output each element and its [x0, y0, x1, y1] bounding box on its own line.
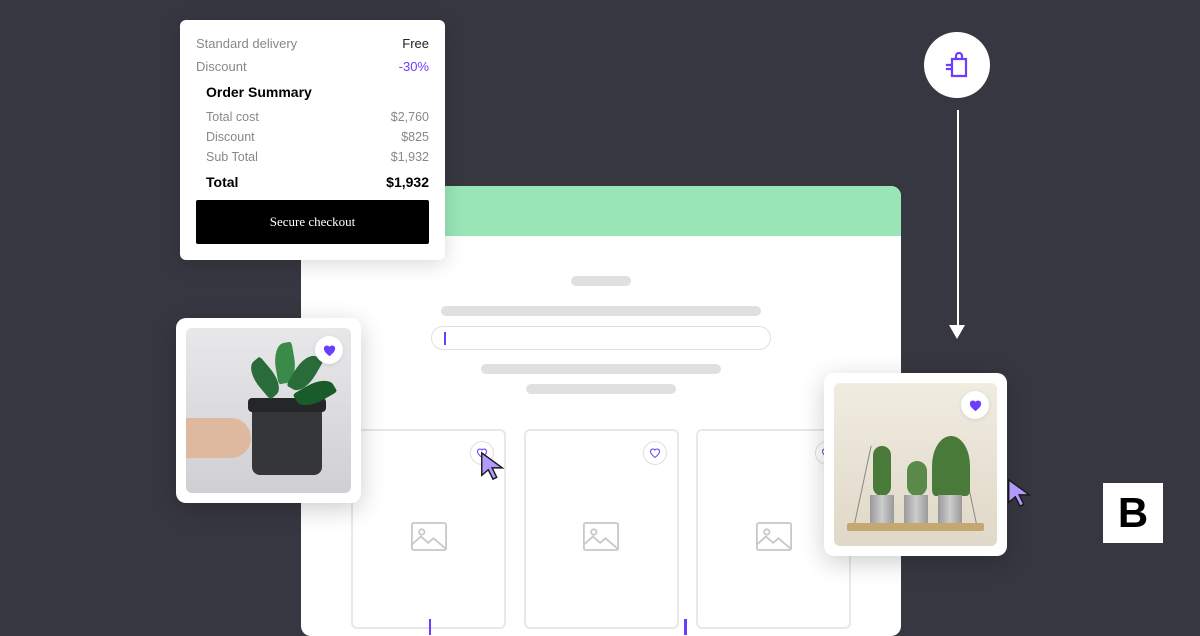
order-summary-card: Standard delivery Free Discount -30% Ord… — [180, 20, 445, 260]
checkout-button[interactable]: Secure checkout — [196, 200, 429, 244]
delivery-row: Standard delivery Free — [196, 36, 429, 51]
placeholder-line — [526, 384, 676, 394]
selection-indicator — [684, 619, 687, 635]
cursor-pointer-icon — [478, 451, 508, 481]
discount-label: Discount — [196, 59, 247, 74]
favorite-button[interactable] — [315, 336, 343, 364]
row-value: $1,932 — [391, 150, 429, 164]
product-photo-card[interactable] — [176, 318, 361, 503]
product-photo-card[interactable] — [824, 373, 1007, 556]
selection-indicator — [429, 619, 432, 635]
summary-row: Sub Total $1,932 — [206, 150, 429, 164]
row-value: $2,760 — [391, 110, 429, 124]
brand-logo: B — [1103, 483, 1163, 543]
placeholder-line — [481, 364, 721, 374]
text-cursor — [444, 332, 446, 345]
cursor-pointer-icon — [1005, 478, 1035, 508]
favorite-button[interactable] — [961, 391, 989, 419]
row-label: Sub Total — [206, 150, 258, 164]
discount-value: -30% — [399, 59, 429, 74]
logo-letter: B — [1118, 489, 1148, 537]
total-label: Total — [206, 174, 238, 190]
shopping-bag-badge[interactable] — [924, 32, 990, 98]
order-summary-rows: Total cost $2,760 Discount $825 Sub Tota… — [196, 110, 429, 164]
row-label: Discount — [206, 130, 255, 144]
product-grid — [341, 429, 861, 629]
placeholder-line — [571, 276, 631, 286]
image-placeholder-icon — [583, 521, 619, 556]
app-body — [301, 236, 901, 629]
shopping-bag-icon — [941, 49, 973, 81]
product-card-skeleton[interactable] — [524, 429, 679, 629]
flow-arrow-down-icon — [956, 110, 960, 340]
delivery-value: Free — [402, 36, 429, 51]
delivery-label: Standard delivery — [196, 36, 297, 51]
row-value: $825 — [401, 130, 429, 144]
discount-row: Discount -30% — [196, 59, 429, 74]
image-placeholder-icon — [411, 521, 447, 556]
total-value: $1,932 — [386, 174, 429, 190]
order-summary-title: Order Summary — [206, 84, 429, 100]
search-input-mock[interactable] — [431, 326, 771, 350]
heart-icon — [649, 447, 661, 459]
order-total-row: Total $1,932 — [196, 174, 429, 190]
placeholder-line — [441, 306, 761, 316]
summary-row: Discount $825 — [206, 130, 429, 144]
image-placeholder-icon — [756, 521, 792, 556]
heart-icon — [322, 343, 337, 358]
row-label: Total cost — [206, 110, 259, 124]
summary-row: Total cost $2,760 — [206, 110, 429, 124]
heart-icon — [968, 398, 983, 413]
favorite-button[interactable] — [643, 441, 667, 465]
